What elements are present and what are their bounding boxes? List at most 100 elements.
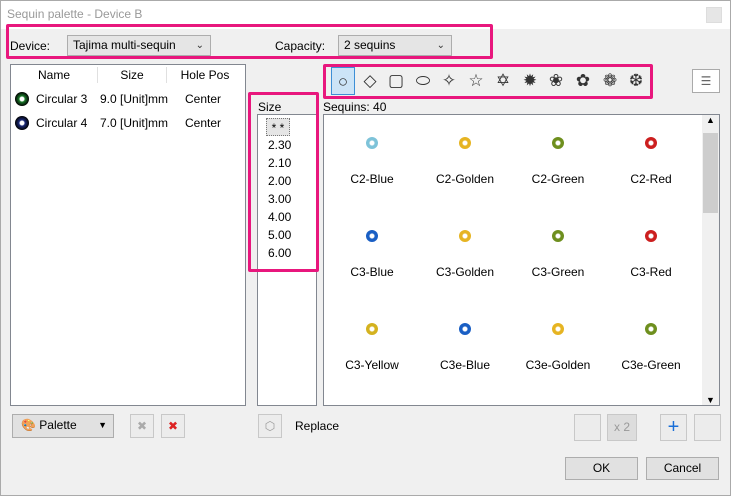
chevron-down-icon: ⌄ (436, 40, 445, 51)
daisy-shape-icon[interactable]: ❆ (624, 67, 648, 95)
edit-disabled-icon[interactable]: ✖ (130, 414, 154, 438)
header-hole-pos[interactable]: Hole Pos (167, 65, 243, 85)
size-item[interactable]: 5.00 (268, 226, 308, 244)
x2-button[interactable]: x 2 (607, 414, 637, 441)
sequin-swatch-icon (552, 230, 564, 242)
chevron-down-icon: ▼ (98, 420, 107, 430)
sequin-name: C3e-Green (621, 358, 681, 372)
size-item[interactable]: 2.30 (268, 136, 308, 154)
scrollbar-thumb[interactable] (703, 133, 718, 213)
flower2-shape-icon[interactable]: ✿ (571, 67, 595, 95)
sequin-name: C3-Red (630, 265, 672, 279)
sequin-item[interactable]: C2-Blue (326, 115, 418, 207)
header-size[interactable]: Size (98, 65, 166, 85)
size-item[interactable]: 6.00 (268, 244, 308, 262)
row-hole: Center (185, 92, 222, 106)
palette-icon: 🎨 (21, 418, 36, 432)
disabled-button[interactable] (694, 414, 721, 441)
sequin-swatch-icon (645, 230, 657, 242)
palette-label: Palette (39, 418, 77, 432)
sequin-item[interactable]: C3-Yellow (326, 301, 418, 393)
star8-shape-icon[interactable]: ✹ (518, 67, 542, 95)
palette-table[interactable]: Name Size Hole Pos Circular 3 9.0 [Unit]… (10, 64, 246, 406)
row-size: 9.0 [Unit]mm (100, 92, 169, 106)
window-title: Sequin palette - Device B (7, 7, 143, 21)
star6-shape-icon[interactable]: ✡ (491, 67, 515, 95)
row-name: Circular 4 (36, 116, 88, 130)
sequin-name: C2-Golden (435, 172, 495, 186)
sequin-item[interactable]: C2-Green (512, 115, 604, 207)
flower-shape-icon[interactable]: ❀ (544, 67, 568, 95)
replace-label: Replace (295, 419, 340, 433)
title-bar: Sequin palette - Device B (1, 1, 730, 29)
sequin-name: C3e-Blue (439, 358, 491, 372)
table-row[interactable]: Circular 4 7.0 [Unit]mm Center (11, 111, 244, 135)
size-item[interactable]: 3.00 (268, 190, 308, 208)
device-label: Device: (10, 39, 51, 53)
delete-icon[interactable]: ✖ (161, 414, 185, 438)
sequins-count-label: Sequins: 40 (323, 100, 387, 114)
sequin-item[interactable]: C3e-Green (605, 301, 697, 393)
scroll-down-icon[interactable]: ▼ (706, 395, 715, 405)
chevron-down-icon: ⌄ (195, 40, 204, 51)
device-value: Tajima multi-sequin (73, 38, 176, 52)
star4-shape-icon[interactable]: ✧ (437, 67, 461, 95)
sequin-swatch-icon (459, 230, 471, 242)
sequin-item[interactable]: C3-Red (605, 208, 697, 300)
sequin-name: C2-Red (630, 172, 672, 186)
sequin-name: C3-Green (531, 265, 585, 279)
sequin-palette-window: Sequin palette - Device B Device: Tajima… (0, 0, 731, 496)
diamond-shape-icon[interactable]: ◇ (358, 67, 382, 95)
close-button[interactable] (706, 7, 722, 23)
size-item[interactable]: 2.00 (268, 172, 308, 190)
size-header: Size (258, 100, 282, 114)
sequin-swatch-icon (366, 137, 378, 149)
add-icon[interactable]: + (660, 414, 687, 441)
sequin-item[interactable]: C3e-Golden (512, 301, 604, 393)
device-combo[interactable]: Tajima multi-sequin ⌄ (67, 35, 211, 56)
scroll-up-icon[interactable]: ▲ (706, 115, 715, 125)
table-row[interactable]: Circular 3 9.0 [Unit]mm Center (11, 87, 244, 111)
list-view-icon[interactable]: ☰ (692, 69, 720, 93)
vertical-scrollbar[interactable]: ▲ ▼ (702, 115, 719, 405)
size-list[interactable]: * * 2.30 2.10 2.00 3.00 4.00 5.00 6.00 (257, 114, 317, 406)
capacity-value: 2 sequins (344, 38, 396, 52)
star5-shape-icon[interactable]: ☆ (464, 67, 488, 95)
size-item[interactable]: 2.10 (268, 154, 308, 172)
capacity-label: Capacity: (275, 39, 326, 53)
capacity-combo[interactable]: 2 sequins ⌄ (338, 35, 452, 56)
square-shape-icon[interactable]: ▢ (384, 67, 408, 95)
sequin-swatch-icon (645, 137, 657, 149)
sequin-item[interactable]: C3e-Blue (419, 301, 511, 393)
ok-button[interactable]: OK (565, 457, 638, 480)
sequin-swatch-icon (459, 137, 471, 149)
sequin-item[interactable]: C3-Green (512, 208, 604, 300)
sequin-item[interactable]: C2-Red (605, 115, 697, 207)
sequin-green-icon (15, 92, 29, 106)
sequin-swatch-icon (459, 323, 471, 335)
cancel-label: Cancel (663, 461, 702, 475)
sequin-grid[interactable]: C2-Blue C2-Golden C2-Green C2-Red C3-Blue C3-… (323, 114, 720, 406)
ellipse-shape-icon[interactable]: ⬭ (411, 67, 435, 95)
sequin-item[interactable]: C3-Blue (326, 208, 418, 300)
cancel-button[interactable]: Cancel (646, 457, 719, 480)
sequin-name: C3-Golden (435, 265, 495, 279)
size-item[interactable]: * * (266, 118, 290, 136)
x2-label: x 2 (613, 420, 630, 434)
header-name[interactable]: Name (11, 65, 97, 85)
circle-shape-icon[interactable]: ○ (331, 67, 355, 95)
palette-button[interactable]: 🎨 Palette ▼ (12, 414, 114, 438)
size-item[interactable]: 4.00 (268, 208, 308, 226)
sequin-item[interactable]: C3-Golden (419, 208, 511, 300)
flower3-shape-icon[interactable]: ❁ (598, 67, 622, 95)
row-hole: Center (185, 116, 222, 130)
disabled-button[interactable] (574, 414, 601, 441)
sequin-name: C2-Blue (350, 172, 394, 186)
sequin-swatch-icon (645, 323, 657, 335)
sequin-name: C3-Blue (350, 265, 394, 279)
ok-label: OK (592, 461, 611, 475)
sequin-name: C3e-Golden (525, 358, 591, 372)
replace-icon[interactable]: ⬡ (258, 414, 282, 438)
sequin-name: C2-Green (531, 172, 585, 186)
sequin-item[interactable]: C2-Golden (419, 115, 511, 207)
